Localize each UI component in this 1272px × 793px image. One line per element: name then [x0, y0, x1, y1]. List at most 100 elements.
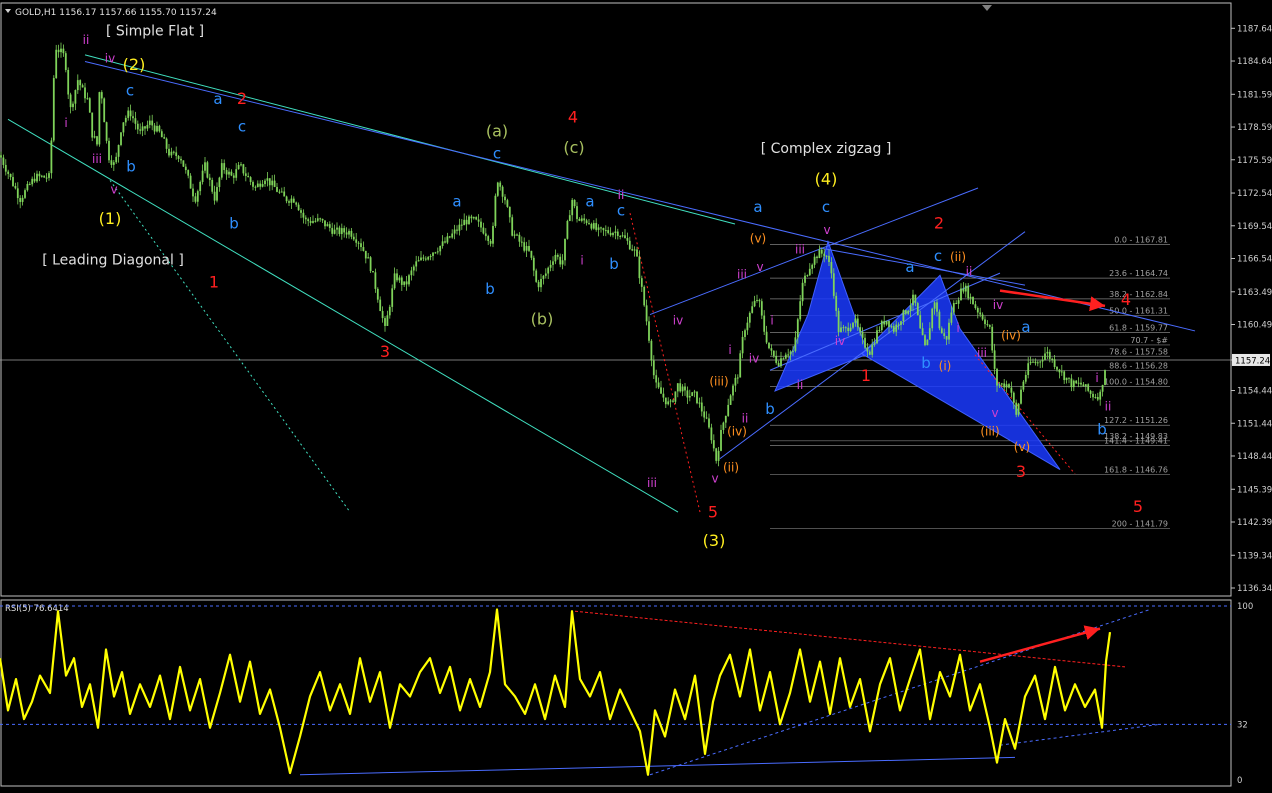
candle-body — [115, 156, 118, 163]
candle-body — [93, 136, 96, 138]
candle-body — [235, 169, 238, 178]
candle-body — [1058, 369, 1061, 373]
candle-body — [168, 148, 170, 156]
candle-body — [667, 401, 670, 405]
candle-body — [100, 92, 103, 99]
candle-body — [158, 125, 161, 132]
candle-body — [1039, 361, 1042, 363]
wave-label: (iii) — [980, 425, 999, 439]
candle-body — [19, 198, 22, 202]
candle-body — [928, 328, 931, 340]
price-tick-label: 1148.44 — [1237, 452, 1272, 462]
candle-body — [129, 110, 132, 117]
candle-body — [712, 440, 715, 449]
fib-level-label: 100.0 - 1154.80 — [1104, 378, 1168, 387]
candle-body — [482, 227, 485, 234]
chart-annotation: [ Leading Diagonal ] — [42, 252, 184, 268]
candle-body — [830, 261, 833, 274]
candle-body — [256, 183, 259, 187]
price-tick-label: 1169.54 — [1237, 222, 1272, 232]
candle-body — [760, 301, 763, 316]
candle-body — [976, 308, 979, 313]
candle-body — [304, 217, 307, 220]
candle-body — [909, 305, 912, 311]
candle-body — [508, 206, 511, 218]
candle-body — [638, 256, 641, 279]
candle-body — [184, 166, 187, 171]
candle-body — [84, 87, 86, 99]
candle-body — [828, 255, 830, 262]
candle-body — [112, 162, 115, 165]
candle-body — [518, 234, 521, 242]
candle-body — [588, 223, 590, 225]
candle-body — [321, 218, 324, 221]
candle-body — [873, 343, 876, 345]
candle-body — [660, 387, 662, 394]
wave-label: i — [64, 116, 67, 130]
candle-body — [729, 395, 732, 405]
candle-body — [724, 415, 727, 423]
candle-body — [74, 90, 77, 104]
wave-label: b — [609, 255, 619, 273]
wave-label: c — [493, 145, 501, 163]
price-tick-label: 1142.39 — [1237, 518, 1272, 528]
wave-label: 3 — [1016, 462, 1026, 481]
chart-svg: 1187.64 1184.64 1181.59 1178.59 1175.59 1172.… — [0, 0, 1272, 789]
candle-body — [1020, 389, 1022, 404]
wave-label: v — [110, 182, 117, 196]
candle-body — [698, 402, 701, 404]
candle-body — [967, 285, 970, 299]
candle-body — [866, 347, 869, 352]
wave-label: ii — [966, 264, 973, 278]
candle-body — [309, 221, 312, 223]
candle-body — [614, 231, 617, 233]
candle-body — [878, 330, 881, 332]
symbol-ohlc-readout: GOLD,H1 1156.17 1157.66 1155.70 1157.24 — [15, 8, 217, 18]
candle-body — [499, 182, 502, 187]
candle-body — [261, 184, 264, 187]
candle-body — [376, 288, 379, 300]
candle-body — [276, 186, 278, 192]
candle-body — [312, 221, 314, 223]
candle-body — [523, 242, 526, 251]
fib-level-label: 0.0 - 1167.81 — [1114, 236, 1168, 245]
wave-label: i — [956, 321, 959, 335]
candle-body — [132, 116, 134, 119]
wave-label: iii — [795, 242, 805, 256]
candle-body — [189, 175, 192, 189]
candle-body — [1036, 362, 1039, 364]
candle-body — [727, 404, 730, 416]
candle-body — [950, 312, 953, 323]
candle-body — [590, 223, 593, 229]
candle-body — [475, 217, 478, 220]
candle-body — [777, 362, 780, 366]
candle-body — [237, 164, 240, 170]
candle-body — [328, 224, 331, 228]
candle-body — [904, 310, 907, 314]
candle-body — [876, 330, 878, 344]
chart-background — [0, 0, 1272, 789]
candle-body — [1012, 392, 1015, 403]
symbol-header[interactable]: GOLD,H1 1156.17 1157.66 1155.70 1157.24 — [5, 8, 217, 18]
candle-body — [180, 158, 182, 161]
candle-body — [1044, 353, 1046, 360]
candle-body — [408, 275, 410, 285]
wave-label: c — [617, 201, 625, 219]
candle-body — [919, 315, 922, 329]
candle-body — [940, 328, 943, 334]
candle-body — [194, 196, 197, 202]
candle-body — [576, 206, 578, 219]
current-price-label: 1157.24 — [1235, 356, 1270, 366]
candle-body — [12, 177, 14, 186]
candle-body — [816, 256, 818, 259]
candle-body — [705, 417, 708, 419]
candle-body — [626, 238, 629, 241]
candle-body — [314, 220, 317, 222]
candle-body — [151, 120, 154, 126]
wave-label: ii — [618, 188, 625, 202]
candle-body — [813, 256, 816, 265]
candle-body — [732, 385, 734, 396]
candle-body — [883, 321, 886, 325]
candle-body — [21, 197, 24, 202]
candle-body — [240, 164, 242, 166]
